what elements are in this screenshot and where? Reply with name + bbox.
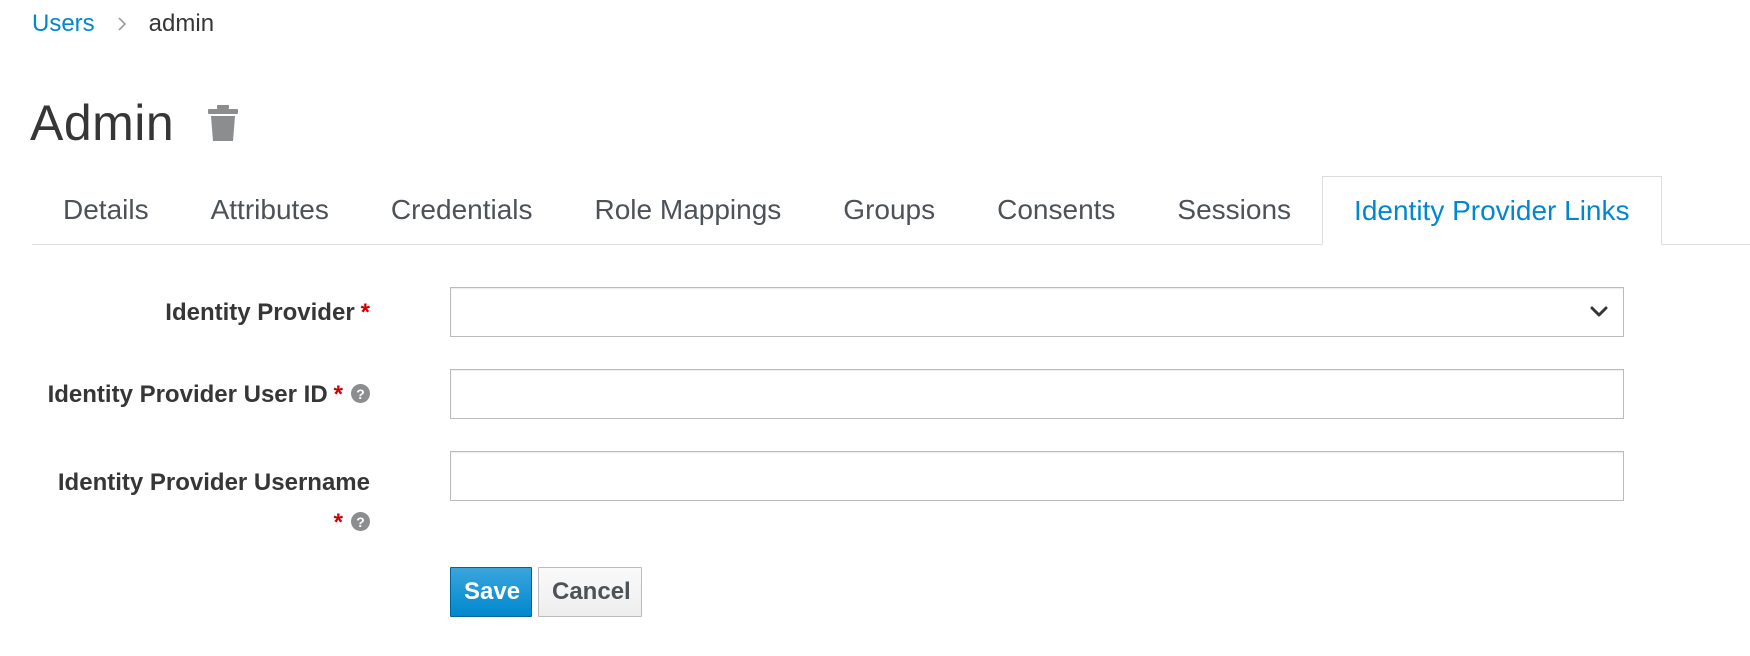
page: Users admin Admin Details Attributes Cre… (0, 0, 1750, 656)
required-marker: * (333, 381, 343, 408)
identity-provider-label: Identity Provider * (165, 299, 370, 327)
tab-identity-provider-links[interactable]: Identity Provider Links (1322, 176, 1662, 245)
breadcrumb: Users admin (32, 10, 214, 38)
tab-bar: Details Attributes Credentials Role Mapp… (32, 176, 1750, 245)
identity-provider-username-input[interactable] (450, 451, 1624, 501)
tab-credentials[interactable]: Credentials (360, 176, 564, 244)
cancel-button[interactable]: Cancel (538, 567, 642, 617)
tab-consents[interactable]: Consents (966, 176, 1146, 244)
title-row: Admin (30, 98, 240, 148)
identity-provider-select-wrapper (450, 287, 1624, 337)
required-marker: * (360, 299, 370, 326)
breadcrumb-users-link[interactable]: Users (32, 10, 95, 38)
tab-groups[interactable]: Groups (812, 176, 966, 244)
tab-details[interactable]: Details (32, 176, 180, 244)
identity-provider-user-id-label-text: Identity Provider User ID (47, 381, 328, 408)
required-marker: * (333, 509, 343, 536)
trash-icon[interactable] (206, 104, 240, 142)
help-icon[interactable]: ? (351, 384, 370, 404)
identity-provider-username-label-text: Identity Provider Username (57, 469, 370, 496)
save-button[interactable]: Save (450, 567, 532, 617)
identity-provider-label-text: Identity Provider (165, 299, 355, 326)
page-title: Admin (30, 95, 175, 151)
breadcrumb-current: admin (148, 10, 215, 37)
tab-attributes[interactable]: Attributes (180, 176, 360, 244)
tab-role-mappings[interactable]: Role Mappings (564, 176, 813, 244)
identity-provider-username-label: Identity Provider Username *? (58, 463, 370, 543)
identity-provider-user-id-input[interactable] (450, 369, 1624, 419)
identity-provider-user-id-label: Identity Provider User ID *? (48, 381, 370, 409)
chevron-right-icon (117, 16, 127, 32)
help-icon[interactable]: ? (351, 512, 370, 532)
tab-sessions[interactable]: Sessions (1146, 176, 1322, 244)
identity-provider-select[interactable] (450, 287, 1624, 337)
